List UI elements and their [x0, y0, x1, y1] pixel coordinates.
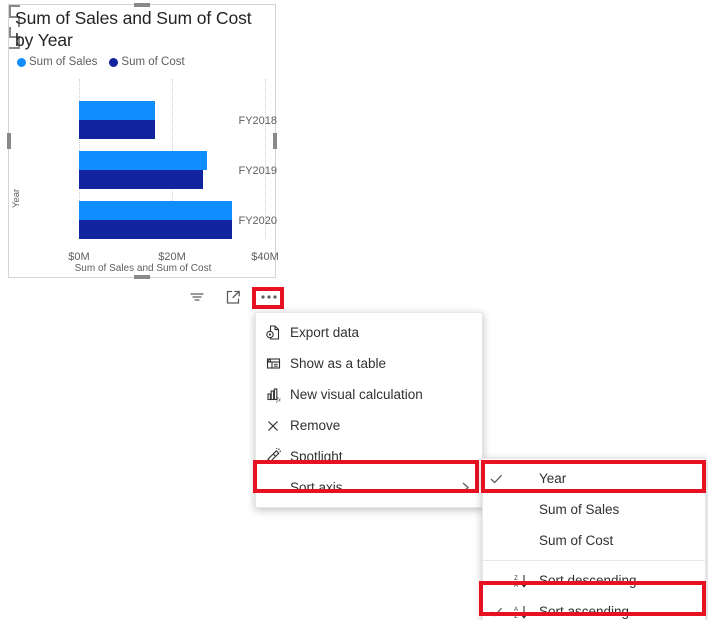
- visual-title: Sum of Sales and Sum of Cost by Year: [15, 8, 252, 50]
- bar-chart-visual[interactable]: Sum of Sales and Sum of Cost by Year Sum…: [7, 3, 279, 279]
- bar-cost-fy2018[interactable]: [79, 120, 155, 139]
- more-options-icon: [261, 295, 277, 299]
- sort-descending-icon: Z A: [509, 573, 535, 589]
- filter-icon: [190, 293, 204, 301]
- submenu-item-sort-ascending[interactable]: A Z Sort ascending: [483, 596, 705, 620]
- menu-item-export-data[interactable]: Export data: [256, 317, 482, 348]
- resize-handle-right[interactable]: [273, 133, 277, 149]
- bar-sales-fy2020[interactable]: [79, 201, 232, 220]
- more-options-button[interactable]: [258, 286, 280, 308]
- plot-area: $0M $20M $40M: [68, 79, 279, 263]
- submenu-item-label: Sort descending: [539, 573, 637, 588]
- x-axis-tick-label: $0M: [68, 251, 90, 263]
- submenu-item-label: Sum of Sales: [539, 502, 620, 517]
- spotlight-icon: [256, 448, 290, 465]
- svg-text:fx: fx: [276, 397, 281, 403]
- resize-handle-left[interactable]: [7, 133, 11, 149]
- y-axis-title: Year: [11, 188, 22, 208]
- focus-mode-button[interactable]: [222, 286, 244, 308]
- legend-swatch-icon: [109, 57, 119, 67]
- menu-item-label: Remove: [290, 418, 341, 433]
- submenu-item-label: Sum of Cost: [539, 533, 614, 548]
- legend-item-sum-of-sales[interactable]: Sum of Sales: [17, 56, 97, 68]
- visual-header-toolbar: [186, 286, 280, 308]
- menu-item-sort-axis[interactable]: Sort axis: [256, 472, 482, 503]
- new-visual-calculation-icon: fx: [256, 386, 290, 403]
- submenu-item-year[interactable]: Year: [483, 463, 705, 494]
- remove-icon: [256, 418, 290, 434]
- svg-text:A: A: [514, 607, 518, 613]
- resize-handle-bottom[interactable]: [134, 275, 150, 279]
- sort-ascending-icon: A Z: [509, 604, 535, 620]
- submenu-divider: [483, 560, 705, 561]
- plot-region: Year FY2018 FY2019 FY2020 $0M $20M $40M: [9, 73, 279, 279]
- menu-item-spotlight[interactable]: Spotlight: [256, 441, 482, 472]
- more-options-wrapper: [258, 286, 280, 308]
- submenu-item-sum-of-sales[interactable]: Sum of Sales: [483, 494, 705, 525]
- checkmark-icon: [483, 473, 509, 484]
- sort-axis-submenu[interactable]: Year Sum of Sales Sum of Cost Z A Sort d…: [482, 458, 706, 620]
- legend-label: Sum of Cost: [121, 56, 185, 68]
- gridline: [265, 79, 266, 239]
- chevron-right-icon: [459, 480, 472, 495]
- bar-cost-fy2019[interactable]: [79, 170, 203, 189]
- resize-handle-top[interactable]: [134, 3, 150, 7]
- export-data-icon: [256, 324, 290, 341]
- bar-cost-fy2020[interactable]: [79, 220, 232, 239]
- menu-item-label: Sort axis: [290, 480, 343, 495]
- submenu-item-sort-descending[interactable]: Z A Sort descending: [483, 565, 705, 596]
- menu-item-label: Show as a table: [290, 356, 387, 371]
- legend-label: Sum of Sales: [29, 56, 98, 68]
- x-axis-title: Sum of Sales and Sum of Cost: [74, 263, 212, 274]
- menu-item-label: New visual calculation: [290, 387, 423, 402]
- visual-context-menu[interactable]: Export data Show as a table fx New visua…: [255, 312, 483, 508]
- submenu-item-sum-of-cost[interactable]: Sum of Cost: [483, 525, 705, 556]
- bar-sales-fy2019[interactable]: [79, 151, 207, 170]
- menu-item-remove[interactable]: Remove: [256, 410, 482, 441]
- x-axis-tick-label: $20M: [158, 251, 186, 263]
- svg-text:A: A: [514, 583, 518, 589]
- checkmark-icon: [483, 606, 509, 617]
- filters-button[interactable]: [186, 286, 208, 308]
- focus-mode-icon: [226, 290, 240, 304]
- legend-swatch-icon: [17, 57, 26, 67]
- menu-item-label: Export data: [290, 325, 360, 340]
- bar-sales-fy2018[interactable]: [79, 101, 155, 120]
- svg-text:Z: Z: [514, 576, 518, 582]
- submenu-item-label: Year: [539, 471, 567, 486]
- x-axis-tick-label: $40M: [251, 251, 279, 263]
- show-as-table-icon: [256, 355, 290, 372]
- legend-item-sum-of-cost[interactable]: Sum of Cost: [109, 56, 185, 68]
- submenu-item-label: Sort ascending: [539, 604, 630, 619]
- menu-item-show-as-a-table[interactable]: Show as a table: [256, 348, 482, 379]
- menu-item-new-visual-calculation[interactable]: fx New visual calculation: [256, 379, 482, 410]
- menu-item-label: Spotlight: [290, 449, 343, 464]
- chart-legend: Sum of Sales Sum of Cost: [17, 56, 185, 68]
- svg-text:Z: Z: [514, 614, 518, 620]
